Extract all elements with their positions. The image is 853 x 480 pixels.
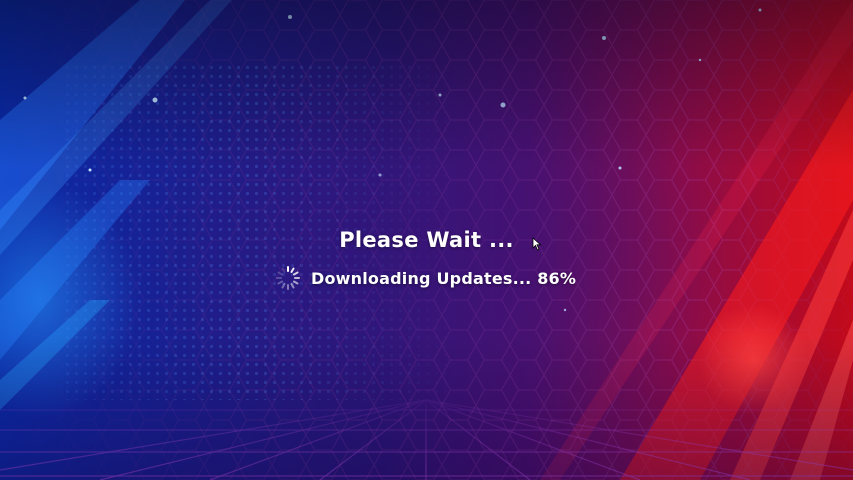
loading-screen: Please Wait ... Downloading Updates... 8… — [0, 0, 853, 480]
status-label: Downloading Updates... — [311, 268, 532, 288]
page-title: Please Wait ... — [339, 228, 514, 252]
loading-content: Please Wait ... Downloading Updates... 8… — [0, 0, 853, 480]
spinner-icon — [276, 266, 300, 290]
status-message: Downloading Updates... 86% — [311, 269, 576, 288]
download-status: Downloading Updates... 86% — [275, 265, 576, 291]
progress-percent: 86% — [537, 268, 577, 288]
mouse-cursor-icon — [532, 237, 542, 251]
